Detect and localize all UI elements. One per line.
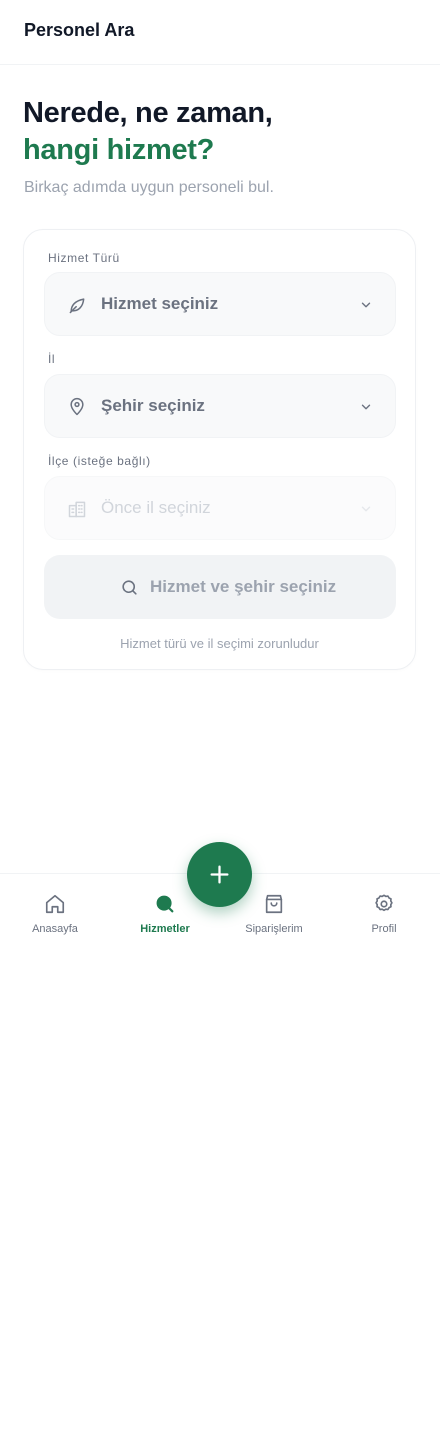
nav-label-profile: Profil [371,923,397,935]
search-submit-label: Hizmet ve şehir seçiniz [150,577,337,596]
nav-label-services: Hizmetler [140,923,190,935]
search-submit-button[interactable]: Hizmet ve şehir seçiniz [44,555,396,619]
app-screen: Personel Ara Nerede, ne zaman, hangi hiz… [0,0,440,1439]
service-type-select[interactable]: Hizmet seçiniz [44,272,396,336]
plus-icon [209,864,230,885]
service-type-label: Hizmet Türü [48,251,120,265]
city-select[interactable]: Şehir seçiniz [44,374,396,438]
top-bar: Personel Ara [0,0,440,65]
chevron-down-icon [359,400,373,414]
hero-subtitle: Birkaç adımda uygun personeli bul. [24,179,274,196]
search-form-card: Hizmet Türü Hizmet seçiniz İl Şehir seçi… [23,229,416,670]
search-icon [120,578,139,597]
home-icon [44,893,66,915]
city-label: İl [48,352,56,366]
district-label: İlçe (isteğe bağlı) [48,454,151,468]
shopping-bag-icon [263,893,285,915]
hero-heading-line1: Nerede, ne zaman, [23,97,273,129]
service-type-value: Hizmet seçiniz [101,294,219,313]
hero-heading-line2: hangi hizmet? [23,134,215,166]
nav-item-home[interactable]: Anasayfa [11,874,99,956]
district-select: Önce il seçiniz [44,476,396,540]
required-fields-hint: Hizmet türü ve il seçimi zorunludur [120,636,319,651]
nav-item-profile[interactable]: Profil [340,874,428,956]
search-icon [154,893,176,915]
page-title: Personel Ara [24,20,135,40]
nav-label-orders: Siparişlerim [245,923,303,935]
map-pin-icon [67,397,87,417]
chevron-down-icon [359,502,373,516]
nav-label-home: Anasayfa [32,923,78,935]
district-value: Önce il seçiniz [101,498,211,517]
gear-icon [373,893,395,915]
add-fab-button[interactable] [187,842,252,907]
leaf-icon [67,295,87,315]
building-icon [67,499,87,519]
chevron-down-icon [359,298,373,312]
city-value: Şehir seçiniz [101,396,205,415]
